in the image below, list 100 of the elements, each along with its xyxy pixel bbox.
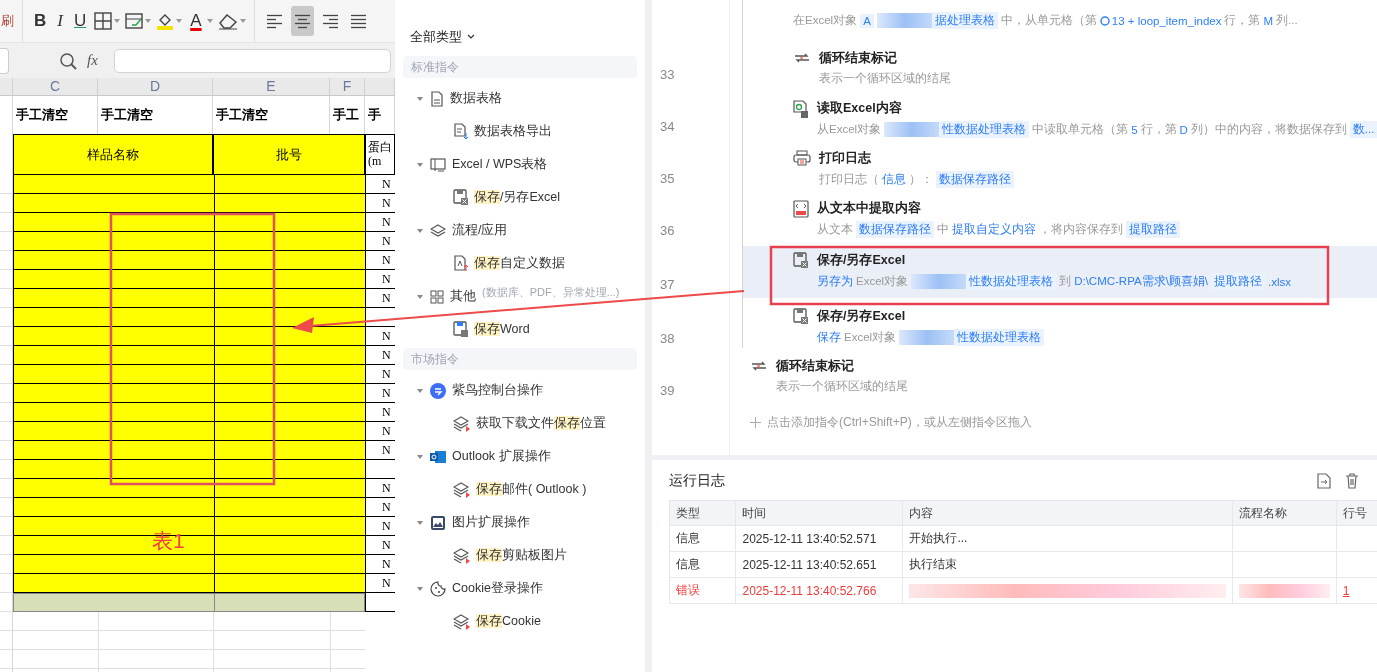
column-header[interactable]: 内容 bbox=[902, 500, 1233, 526]
column-header[interactable]: C bbox=[13, 78, 98, 96]
column-header[interactable]: 类型 bbox=[669, 500, 736, 526]
command-group[interactable]: Cookie登录操作 bbox=[403, 572, 637, 605]
italic-button[interactable]: I bbox=[54, 8, 66, 34]
flow-step[interactable]: 读取Excel内容 从Excel对象 性数据处理表格 中读取单元格（第 5 行，第 D 列）中的内容，将数据保存到 数... bbox=[743, 96, 1377, 140]
parameter-value: D bbox=[1179, 123, 1188, 136]
expand-icon bbox=[416, 584, 424, 593]
variable-token: 性数据处理表格 bbox=[966, 273, 1057, 290]
command-group[interactable]: Excel / WPS表格 bbox=[403, 148, 637, 181]
line-number: 34 bbox=[660, 118, 675, 134]
column-header[interactable]: 时间 bbox=[735, 500, 903, 526]
printer-icon bbox=[793, 150, 811, 166]
command-item[interactable]: 保存/另存Excel bbox=[403, 181, 637, 214]
description-text: 到 bbox=[1059, 274, 1072, 289]
align-center-button[interactable] bbox=[290, 6, 314, 36]
flow-step[interactable]: 在Excel对象 A 据处理表格 中，从单元格（第 13 + loop_item_index 行，第 M 列... bbox=[743, 0, 1377, 40]
line-number: 38 bbox=[660, 330, 675, 346]
font-color-button[interactable]: A bbox=[187, 8, 205, 34]
description-text: 中读取单元格（第 bbox=[1032, 122, 1129, 137]
description-text: 打印日志（ bbox=[819, 172, 879, 187]
formula-input[interactable] bbox=[113, 48, 391, 73]
command-group[interactable]: 数据表格 bbox=[403, 82, 637, 115]
command-label: 数据表格导出 bbox=[474, 123, 552, 140]
bold-button[interactable]: B bbox=[31, 8, 50, 34]
command-group[interactable]: Outlook 扩展操作 bbox=[403, 440, 637, 473]
table-cell: N bbox=[382, 291, 391, 306]
table-cell: N bbox=[382, 405, 391, 420]
command-item[interactable]: 保存剪贴板图片 bbox=[403, 539, 637, 572]
description-text: 从文本 bbox=[817, 222, 853, 237]
command-group[interactable]: 紫鸟控制台操作 bbox=[403, 374, 637, 407]
underline-button[interactable]: U bbox=[70, 8, 90, 34]
table-cell: 样品名称 bbox=[13, 134, 213, 175]
step-title: 循环结束标记 bbox=[819, 50, 898, 67]
table-cell: 信息 bbox=[676, 557, 700, 571]
command-item[interactable]: 保存Cookie bbox=[403, 605, 637, 638]
table-cell: N bbox=[382, 481, 391, 496]
flow-step[interactable]: 循环结束标记 表示一个循环区域的结尾 bbox=[743, 46, 1377, 90]
expand-icon bbox=[416, 160, 424, 169]
parameter-value: 保存 bbox=[817, 330, 841, 345]
document-icon bbox=[453, 123, 469, 140]
command-group[interactable]: 图片扩展操作 bbox=[403, 506, 637, 539]
document-icon bbox=[453, 255, 469, 272]
document-icon bbox=[430, 90, 444, 107]
variable-token: 数据保存路径 bbox=[856, 221, 934, 238]
line-number: 36 bbox=[660, 222, 675, 238]
table-cell: 蛋白 (m bbox=[365, 134, 395, 175]
command-group[interactable]: 其他 (数据库、PDF、异常处理...) bbox=[403, 280, 637, 313]
command-item[interactable]: 保存邮件( Outlook ) bbox=[403, 473, 637, 506]
parameter-value: 信息 bbox=[882, 172, 906, 187]
eraser-icon[interactable] bbox=[217, 12, 238, 30]
zoom-formula-icon[interactable] bbox=[59, 51, 77, 70]
table-cell: N bbox=[382, 253, 391, 268]
description-text: Excel对象 bbox=[844, 330, 897, 345]
caret-icon bbox=[239, 19, 246, 23]
column-header[interactable]: E bbox=[213, 78, 330, 96]
borders-icon bbox=[94, 12, 113, 30]
command-label: 保存自定义数据 bbox=[474, 255, 565, 272]
command-label: 获取下载文件保存位置 bbox=[476, 415, 606, 432]
flow-step[interactable]: 循环结束标记 表示一个循环区域的结尾 bbox=[730, 354, 1377, 398]
table-cell: 2025-12-11 13:40:52.571 bbox=[742, 531, 877, 546]
redacted-block bbox=[899, 330, 956, 345]
column-header[interactable]: D bbox=[98, 78, 213, 96]
column-header[interactable]: F bbox=[330, 78, 365, 96]
layers-icon bbox=[453, 481, 471, 498]
table-cell: 开始执行... bbox=[909, 531, 968, 545]
toolbar-label: 刷 bbox=[1, 12, 14, 30]
layers-icon bbox=[453, 613, 471, 630]
flow-step[interactable]: 从文本中提取内容 从文本 数据保存路径 中 提取自定义内容 ，将内容保存到 提取路径 bbox=[743, 196, 1377, 240]
expand-icon bbox=[416, 518, 424, 527]
align-justify-icon bbox=[349, 13, 367, 29]
description-text: 表示一个循环区域的结尾 bbox=[819, 71, 951, 86]
line-link[interactable]: 1 bbox=[1342, 583, 1350, 598]
command-item[interactable]: 获取下载文件保存位置 bbox=[403, 407, 637, 440]
trash-icon[interactable] bbox=[1345, 473, 1359, 489]
flow-step[interactable]: 保存/另存Excel 另存为 Excel对象 性数据处理表格 到 D:\CMC-RPA需求\顾喜娟\ 提取路径 .xlsx bbox=[743, 246, 1377, 298]
table-cell: N bbox=[382, 234, 391, 249]
floppy-icon bbox=[793, 308, 809, 325]
column-header[interactable]: 流程名称 bbox=[1232, 500, 1337, 526]
command-item[interactable]: 数据表格导出 bbox=[403, 115, 637, 148]
flow-step[interactable]: 打印日志 打印日志（ 信息 ）： 数据保存路径 bbox=[743, 146, 1377, 190]
align-center-icon bbox=[293, 13, 311, 29]
description-text: 行，第 bbox=[1224, 13, 1261, 28]
type-filter-dropdown[interactable]: 全部类型 bbox=[403, 0, 637, 54]
description-text: 中 bbox=[937, 222, 949, 237]
cell-style-icon bbox=[125, 12, 144, 30]
column-header[interactable]: 行号 bbox=[1336, 500, 1377, 526]
command-item[interactable]: 保存Word bbox=[403, 313, 637, 346]
command-label: 保存Word bbox=[474, 321, 530, 338]
command-item[interactable]: 保存自定义数据 bbox=[403, 247, 637, 280]
outlook-icon bbox=[430, 449, 446, 464]
command-group[interactable]: 流程/应用 bbox=[403, 214, 637, 247]
description-text: 表示一个循环区域的结尾 bbox=[776, 379, 908, 394]
line-number: 33 bbox=[660, 66, 675, 82]
monitor-icon bbox=[430, 156, 446, 173]
flow-step[interactable]: 保存/另存Excel 保存 Excel对象 性数据处理表格 bbox=[743, 304, 1377, 348]
parameter-value: 提取自定义内容 bbox=[952, 222, 1036, 237]
export-icon[interactable] bbox=[1317, 473, 1331, 489]
description-text: ）： bbox=[909, 172, 933, 187]
parameter-value: M bbox=[1263, 14, 1274, 27]
